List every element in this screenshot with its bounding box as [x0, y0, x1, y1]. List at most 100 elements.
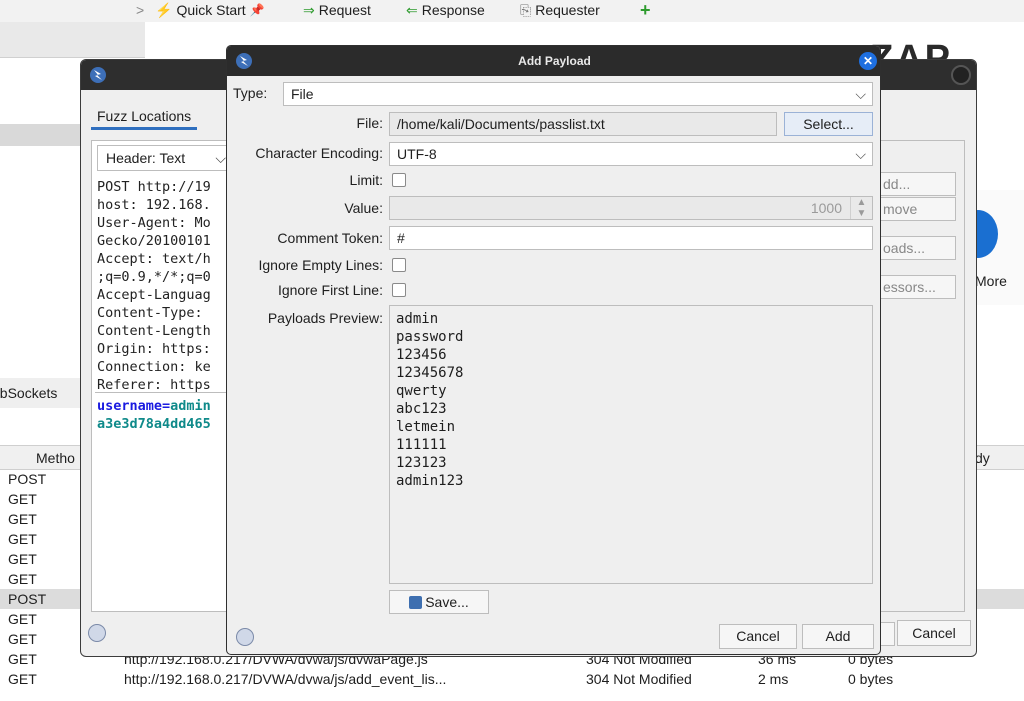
file-label: File: — [356, 115, 383, 131]
left-arrow-icon: ⇐ — [406, 2, 418, 18]
add-tab-button[interactable]: + — [640, 0, 651, 20]
tab-requester-label: Requester — [535, 2, 600, 18]
payload-preview-item: admin — [396, 311, 439, 327]
main-toolbar: > ⚡ Quick Start 📌 ⇒ Request ⇐ Response ⎘… — [0, 0, 1024, 22]
processors-button[interactable]: essors... — [876, 275, 956, 299]
chevron-down-icon: ⌵ — [855, 86, 866, 102]
encoding-select[interactable]: UTF-8 ⌵ — [389, 142, 873, 166]
payloads-button[interactable]: oads... — [876, 236, 956, 260]
encoding-label: Character Encoding: — [255, 145, 383, 161]
payload-preview-item: 111111 — [396, 437, 447, 453]
column-header-method-label: Metho — [36, 450, 75, 466]
requester-icon: ⎘ — [520, 2, 532, 18]
help-icon[interactable] — [88, 624, 106, 642]
help-icon[interactable] — [236, 628, 254, 646]
body-param-value: admin — [170, 398, 211, 414]
table-cell-method: POST — [8, 591, 47, 607]
table-cell-method: GET — [8, 631, 37, 647]
payload-preview-item: 12345678 — [396, 365, 464, 381]
select-file-button[interactable]: Select... — [784, 112, 873, 136]
payload-preview-item: password — [396, 329, 464, 345]
table-cell-url: http://192.168.0.217/DVWA/dvwa/js/add_ev… — [124, 671, 447, 687]
body-param-equals: = — [162, 398, 171, 414]
tab-response[interactable]: ⇐ Response — [406, 0, 485, 20]
overflow-glyph: > — [136, 2, 145, 18]
column-header-body[interactable]: dy — [975, 445, 1024, 470]
table-cell-method: GET — [8, 611, 37, 627]
ignore-first-line-checkbox[interactable] — [392, 283, 406, 297]
remove-location-label: move — [883, 201, 918, 217]
save-payloads-button[interactable]: Save... — [389, 590, 489, 614]
table-cell-method: GET — [8, 671, 37, 687]
payload-preview-item: 123123 — [396, 455, 447, 471]
right-arrow-icon: ⇒ — [303, 2, 315, 18]
tab-quick-start-label: Quick Start — [176, 2, 246, 18]
plus-icon: + — [640, 0, 651, 20]
tab-request-label: Request — [318, 2, 371, 18]
header-view-select[interactable]: Header: Text ⌵ — [97, 145, 233, 171]
file-path-value: /home/kali/Documents/passlist.txt — [397, 116, 605, 132]
table-cell-method: GET — [8, 551, 37, 567]
tab-fuzz-locations[interactable]: Fuzz Locations — [91, 102, 198, 130]
payload-preview-item: 123456 — [396, 347, 447, 363]
payload-preview-item: qwerty — [396, 383, 447, 399]
tab-request[interactable]: ⇒ Request — [303, 0, 371, 20]
spinner-arrows-icon[interactable]: ▲ ▼ — [850, 197, 872, 219]
dialog-title: Add Payload — [518, 54, 591, 68]
table-cell-status: 304 Not Modified — [586, 671, 692, 687]
chevron-down-icon: ⌵ — [215, 150, 226, 166]
ignore-empty-lines-label: Ignore Empty Lines: — [258, 257, 383, 273]
ignore-first-line-label: Ignore First Line: — [277, 282, 383, 298]
limit-checkbox[interactable] — [392, 173, 406, 187]
pin-icon: 📌 — [249, 3, 265, 17]
toolbar-overflow-icon[interactable]: > — [136, 0, 144, 20]
value-label: Value: — [344, 200, 383, 216]
processors-label: essors... — [883, 279, 936, 295]
table-cell-method: GET — [8, 491, 37, 507]
type-select[interactable]: File ⌵ — [283, 82, 873, 106]
tab-websockets[interactable]: ebSockets — [0, 378, 80, 408]
comment-token-field[interactable]: # — [389, 226, 873, 250]
add-location-button[interactable]: dd... — [876, 172, 956, 196]
payload-preview-item: abc123 — [396, 401, 447, 417]
request-body-text[interactable]: username=admin a3e3d78a4dd465 — [97, 397, 237, 437]
payloads-label: oads... — [883, 240, 926, 256]
table-cell-method: POST — [8, 471, 47, 487]
body-line-2: a3e3d78a4dd465 — [97, 416, 211, 432]
add-button[interactable]: Add — [802, 624, 874, 649]
comment-token-value: # — [397, 230, 405, 246]
payloads-preview-area[interactable]: admin password 123456 12345678 qwerty abc123 l… — [389, 305, 873, 584]
fuzzer-cancel-button[interactable]: Cancel — [897, 620, 971, 646]
type-label: Type: — [233, 85, 268, 101]
header-view-select-value: Header: Text — [106, 150, 186, 166]
encoding-select-value: UTF-8 — [397, 146, 437, 162]
body-param-key: username — [97, 398, 163, 414]
ignore-empty-lines-checkbox[interactable] — [392, 258, 406, 272]
type-select-value: File — [291, 86, 314, 102]
close-icon[interactable] — [951, 65, 971, 85]
limit-value-spinner[interactable]: 1000 ▲ ▼ — [389, 196, 873, 220]
table-cell-size: 0 bytes — [848, 671, 894, 687]
column-header-method[interactable]: Metho — [0, 445, 80, 470]
limit-value: 1000 — [810, 200, 842, 216]
close-icon[interactable]: ✕ — [859, 52, 877, 70]
add-payload-dialog: Add Payload ✕ Type: File ⌵ File: /home/k… — [226, 45, 881, 655]
request-header-text[interactable]: POST http://19 host: 192.168. User-Agent… — [97, 178, 237, 392]
left-panel-header — [0, 22, 145, 58]
remove-location-button[interactable]: move — [876, 197, 956, 221]
more-label[interactable]: More — [975, 273, 1007, 289]
save-payloads-label: Save... — [425, 594, 469, 610]
table-row[interactable]: GET http://192.168.0.217/DVWA/dvwa/js/add… — [0, 669, 1024, 689]
table-cell-method: GET — [8, 571, 37, 587]
comment-token-label: Comment Token: — [277, 230, 383, 246]
cancel-button[interactable]: Cancel — [719, 624, 797, 649]
file-path-field[interactable]: /home/kali/Documents/passlist.txt — [389, 112, 777, 136]
tab-quick-start[interactable]: ⚡ Quick Start 📌 — [155, 0, 265, 20]
tab-websockets-label: ebSockets — [0, 385, 58, 401]
left-panel-selected-row — [0, 124, 80, 146]
floppy-disk-icon — [409, 596, 423, 609]
limit-label: Limit: — [349, 172, 383, 188]
table-cell-method: GET — [8, 651, 37, 667]
tab-requester[interactable]: ⎘ Requester — [520, 0, 600, 20]
table-cell-method: GET — [8, 511, 37, 527]
